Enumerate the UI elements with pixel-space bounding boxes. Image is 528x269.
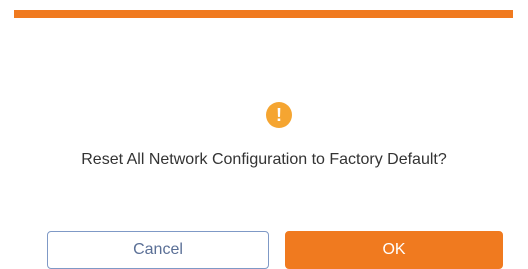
ok-button[interactable]: OK [285, 231, 503, 269]
exclamation-icon: ! [266, 102, 292, 128]
dialog-accent-bar [14, 10, 513, 18]
cancel-button[interactable]: Cancel [47, 231, 269, 269]
reset-confirm-dialog: ! Reset All Network Configuration to Fac… [0, 0, 528, 269]
dialog-message: Reset All Network Configuration to Facto… [81, 151, 447, 168]
